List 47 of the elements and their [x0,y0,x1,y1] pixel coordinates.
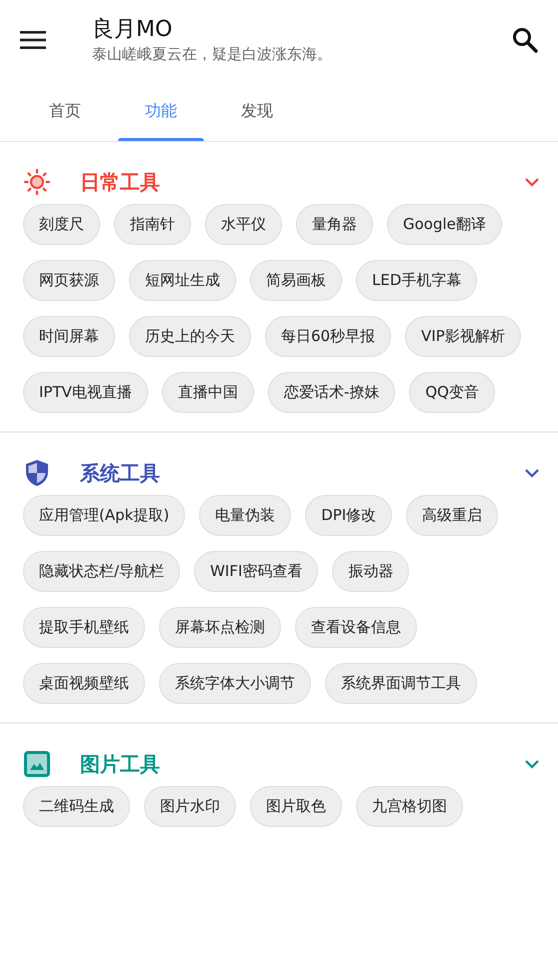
section-title: 日常工具 [80,169,161,196]
tool-chip[interactable]: 系统字体大小调节 [159,663,311,704]
tool-chip[interactable]: 二维码生成 [23,786,130,827]
search-icon[interactable] [512,27,538,53]
menu-icon[interactable] [20,30,46,50]
tool-chip[interactable]: 简易画板 [250,260,342,301]
shield-icon [24,459,50,487]
tool-chip[interactable]: IPTV电视直播 [23,372,148,413]
tool-chip[interactable]: 直播中国 [162,372,254,413]
tool-chip[interactable]: 电量伪装 [199,495,292,536]
tool-chip[interactable]: 指南针 [114,204,191,245]
sun-icon [23,168,51,196]
tool-chip[interactable]: 时间屏幕 [23,316,115,357]
tool-chip[interactable]: 恋爱话术-撩妹 [268,372,396,413]
app-subtitle: 泰山嵯峨夏云在，疑是白波涨东海。 [92,44,333,64]
tool-chip[interactable]: 高级重启 [406,495,498,536]
tool-chip[interactable]: Google翻译 [387,204,502,245]
image-icon [24,751,50,777]
tool-chip[interactable]: 查看设备信息 [295,607,417,648]
tool-chip[interactable]: 量角器 [296,204,373,245]
tool-chip[interactable]: WIFI密码查看 [194,551,318,592]
tool-chip[interactable]: 网页获源 [23,260,115,301]
tool-chip[interactable]: 短网址生成 [129,260,236,301]
tab[interactable]: 首页 [17,80,113,141]
tool-chip[interactable]: 刻度尺 [23,204,100,245]
tool-chip[interactable]: 应用管理(Apk提取) [23,495,186,536]
tool-chip[interactable]: 系统界面调节工具 [325,663,477,704]
tool-chip[interactable]: 提取手机壁纸 [23,607,145,648]
tab[interactable]: 发现 [209,80,305,141]
app-title: 良月MO [92,16,174,44]
tool-chip[interactable]: 历史上的今天 [129,316,251,357]
tool-chip[interactable]: 振动器 [332,551,410,592]
tool-chip[interactable]: 图片取色 [250,786,342,827]
tool-chip[interactable]: 图片水印 [144,786,236,827]
tool-chip[interactable]: 桌面视频壁纸 [23,663,145,704]
section-title: 系统工具 [80,460,161,487]
tool-chip[interactable]: QQ变音 [409,372,495,413]
tool-chip[interactable]: DPI修改 [305,495,392,536]
tool-chip[interactable]: 水平仪 [205,204,282,245]
tool-chip[interactable]: VIP影视解析 [405,316,521,357]
section-title: 图片工具 [80,751,161,778]
tool-chip[interactable]: LED手机字幕 [356,260,478,301]
tool-chip[interactable]: 每日60秒早报 [265,316,392,357]
tool-chip[interactable]: 隐藏状态栏/导航栏 [23,551,180,592]
tool-chip[interactable]: 九宫格切图 [356,786,463,827]
tool-chip[interactable]: 屏幕坏点检测 [159,607,281,648]
tab[interactable]: 功能 [113,80,209,141]
